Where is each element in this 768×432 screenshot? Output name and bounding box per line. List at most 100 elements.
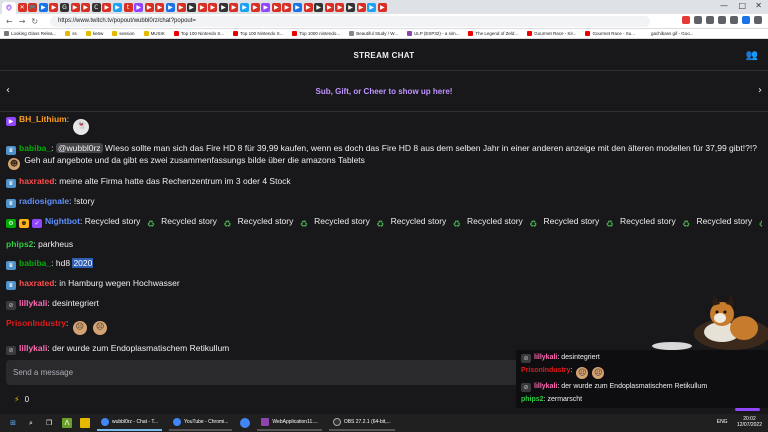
promo-banner[interactable]: ‹ Sub, Gift, or Cheer to show up here! › xyxy=(0,72,768,112)
browser-tab[interactable]: 🎮 xyxy=(28,2,38,12)
forward-icon[interactable]: → xyxy=(19,17,26,26)
browser-tab[interactable]: ▶ xyxy=(377,2,387,12)
browser-tab[interactable]: ▶ xyxy=(81,2,91,12)
browser-tab[interactable]: ▶ xyxy=(38,2,48,12)
browser-tab[interactable]: ▶ xyxy=(324,2,334,12)
chromium-icon[interactable] xyxy=(240,418,251,428)
browser-tab[interactable]: ▶ xyxy=(102,2,112,12)
taskbar-app[interactable]: wubbl0rz - Chat - T... xyxy=(97,415,163,431)
selected-text: 2020 xyxy=(72,258,94,268)
chat-input[interactable]: Send a message xyxy=(6,360,518,385)
task-view-icon[interactable]: ❐ xyxy=(44,418,54,428)
active-tab[interactable]: 🐵 xyxy=(2,2,16,14)
browser-tab[interactable]: ▶ xyxy=(314,2,324,12)
taskbar-app[interactable]: OBS 27.2.1 (64-bit,... xyxy=(328,415,395,431)
search-icon[interactable]: ⌕ xyxy=(26,418,36,428)
browser-tab[interactable]: ▶ xyxy=(112,2,122,12)
system-tray[interactable]: ENG 20:02 12/07/2022 xyxy=(717,416,762,428)
browser-tab[interactable]: ▶ xyxy=(367,2,377,12)
extension-icon[interactable] xyxy=(706,16,714,24)
browser-tab[interactable]: ▶ xyxy=(208,2,218,12)
mention[interactable]: @wubbl0rz xyxy=(55,143,103,153)
recycle-emote-icon: ♻ xyxy=(376,220,385,230)
browser-tab[interactable]: ▶ xyxy=(165,2,175,12)
browser-tab[interactable]: ▶ xyxy=(197,2,207,12)
browser-tab[interactable]: C xyxy=(91,2,101,12)
bookmark-item[interactable]: Top 100 Nintendo S... xyxy=(173,31,224,36)
bookmark-item[interactable]: session xyxy=(112,31,135,36)
browser-tab[interactable]: ▶ xyxy=(335,2,345,12)
chevron-left-icon[interactable]: ‹ xyxy=(6,85,10,96)
username[interactable]: radiosignale xyxy=(19,196,69,206)
browser-tab[interactable]: ▶ xyxy=(134,2,144,12)
channel-points[interactable]: ⚡ 0 xyxy=(14,395,29,404)
bookmark-item[interactable]: MUSIK xyxy=(143,31,165,36)
points-icon: ⚡ xyxy=(14,395,20,404)
username[interactable]: BH_Lithium xyxy=(19,114,67,124)
username[interactable]: lillykali xyxy=(19,343,47,353)
browser-tab[interactable]: ✕ xyxy=(17,2,27,12)
username[interactable]: babiba_ xyxy=(19,143,51,153)
browser-tab[interactable]: ▶ xyxy=(187,2,197,12)
browser-tab[interactable]: ▶ xyxy=(144,2,154,12)
browser-tab[interactable]: ▶ xyxy=(229,2,239,12)
extension-icon[interactable] xyxy=(694,16,702,24)
username[interactable]: lillykali xyxy=(19,298,47,308)
browser-tab[interactable]: ▶ xyxy=(70,2,80,12)
bookmark-item[interactable]: ss xyxy=(65,31,77,36)
browser-tab[interactable]: ▶ xyxy=(49,2,59,12)
bookmark-item[interactable]: Beautiful Study / W... xyxy=(349,31,398,36)
browser-tab[interactable]: ▶ xyxy=(261,2,271,12)
browser-tab[interactable]: ▶ xyxy=(218,2,228,12)
username[interactable]: babiba_ xyxy=(19,258,51,268)
bookmark-item[interactable]: Looking Glass Relea... xyxy=(4,31,56,36)
menu-dots-icon[interactable] xyxy=(754,16,762,24)
puzzle-icon[interactable] xyxy=(730,16,738,24)
browser-tab[interactable]: t xyxy=(123,2,133,12)
extension-icon[interactable] xyxy=(718,16,726,24)
users-icon[interactable]: 👥 xyxy=(746,50,758,61)
browser-tab[interactable]: ▶ xyxy=(356,2,366,12)
browser-tab[interactable]: ▶ xyxy=(282,2,292,12)
browser-tab[interactable]: G xyxy=(59,2,69,12)
browser-tab[interactable]: ▶ xyxy=(271,2,281,12)
reload-icon[interactable]: ↻ xyxy=(31,17,38,26)
browser-tab[interactable]: ▶ xyxy=(240,2,250,12)
extension-icon[interactable] xyxy=(682,16,690,24)
folder-icon[interactable] xyxy=(80,418,90,428)
username[interactable]: phips2 xyxy=(6,239,33,249)
bookmark-item[interactable]: Gourmet Race - Su... xyxy=(585,31,635,36)
browser-tab[interactable]: ▶ xyxy=(346,2,355,12)
browser-tab[interactable]: ▶ xyxy=(293,2,303,12)
url-input[interactable]: https://www.twitch.tv/popout/wubbl0rz/ch… xyxy=(50,16,650,27)
chevron-right-icon[interactable]: › xyxy=(758,85,762,96)
windows-start-icon[interactable]: ⊞ xyxy=(8,418,18,428)
bookmark-item[interactable]: Top 100 Nintendo S... xyxy=(233,31,283,36)
minimize-icon[interactable]: — xyxy=(720,1,728,10)
browser-tab[interactable]: ▶ xyxy=(176,2,186,12)
bookmark-item[interactable]: The Legend of Zeld... xyxy=(468,31,518,36)
username[interactable]: Nightbot xyxy=(45,216,80,226)
browser-tab[interactable]: ▶ xyxy=(250,2,260,12)
browser-tab[interactable]: ▶ xyxy=(303,2,313,12)
muted-badge-icon: ⊘ xyxy=(521,354,531,363)
bookmark-item[interactable]: Top 1000 nintendo... xyxy=(292,31,340,36)
profile-icon[interactable] xyxy=(742,16,750,24)
browser-tab[interactable]: ▶ xyxy=(155,2,165,12)
bookmark-item[interactable]: Gourmet Race - Kir... xyxy=(527,31,576,36)
maximize-icon[interactable]: □ xyxy=(738,1,746,10)
app-icon[interactable]: Λ xyxy=(62,418,72,428)
taskbar-app[interactable]: WebApplication11.... xyxy=(257,415,322,431)
back-icon[interactable]: ← xyxy=(6,17,13,26)
close-window-icon[interactable]: ✕ xyxy=(755,1,762,10)
username[interactable]: PrisonIndustry xyxy=(6,318,66,328)
bookmark-item[interactable]: gachibass gif - Goo... xyxy=(643,31,694,36)
taskbar-app[interactable]: YouTube - Chromi... xyxy=(169,415,233,431)
recycle-emote-icon: ♻ xyxy=(299,220,308,230)
bookmark-item[interactable]: ke6w xyxy=(85,31,103,36)
bookmark-item[interactable]: ULP (ESP32) - a sim... xyxy=(406,31,459,36)
recycled-story-text: Recycled story xyxy=(464,216,526,226)
message-text: in Hamburg wegen Hochwasser xyxy=(59,278,180,288)
username[interactable]: haxrated xyxy=(19,176,54,186)
username[interactable]: haxrated xyxy=(19,278,54,288)
